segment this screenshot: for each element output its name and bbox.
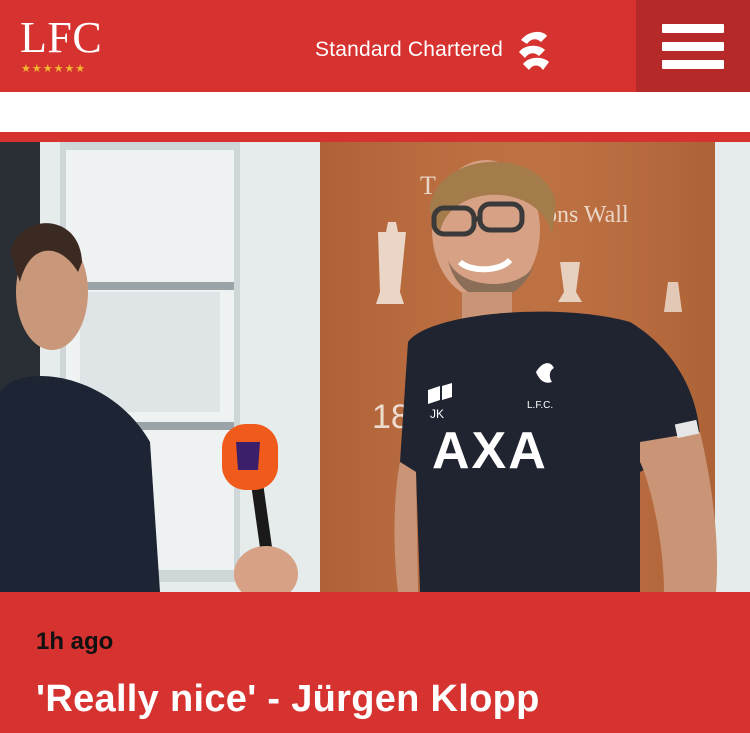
shirt-sponsor-text: AXA [432,422,548,480]
logo-text: LFC [20,13,103,62]
red-divider [0,132,750,142]
shirt-initials-text: JK [430,407,444,421]
article-timestamp: 1h ago [36,628,114,655]
article-photo: 18 T ons Wall L.F.C. JK AXA [0,142,750,592]
standard-chartered-logo-icon [519,31,550,70]
lfc-logo[interactable]: LFC ★★★★★★ [20,13,103,76]
sponsor-name: Standard Chartered [315,38,504,61]
top-header: LFC ★★★★★★ Standard Chartered [0,0,750,92]
article-image[interactable]: 18 T ons Wall L.F.C. JK AXA [0,142,750,592]
shirt-club-text: L.F.C. [527,400,553,411]
hamburger-menu-icon[interactable] [636,0,750,92]
page: LFC ★★★★★★ Standard Chartered 18 T ons W… [0,0,750,733]
sub-navigation-bar [0,92,750,132]
svg-text:ons Wall: ons Wall [545,202,629,228]
article-caption[interactable]: 1h ago 'Really nice' - Jürgen Klopp [0,592,750,733]
article-headline[interactable]: 'Really nice' - Jürgen Klopp [36,678,540,721]
sponsor[interactable]: Standard Chartered [315,28,553,72]
logo-stars: ★★★★★★ [21,63,87,75]
